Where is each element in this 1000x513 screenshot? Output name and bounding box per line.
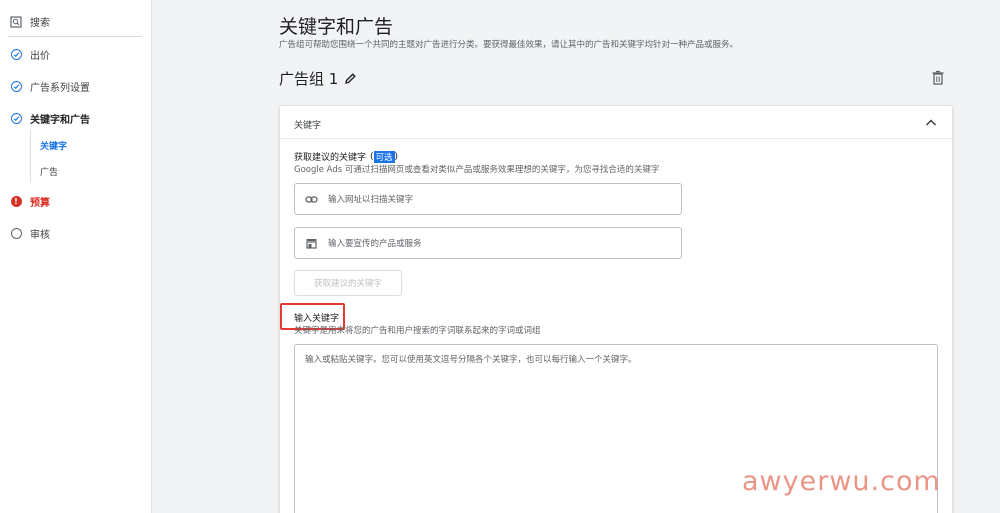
suggest-description: Google Ads 可通过扫描网页或查看对类似产品或服务效果理想的关键字，为您… [294, 165, 660, 175]
sidebar-item-campaign-settings[interactable]: 广告系列设置 [10, 79, 90, 94]
sidebar-item-label: 广告系列设置 [30, 83, 90, 94]
check-circle-icon [10, 81, 22, 92]
enter-keywords-label: 输入关键字 [294, 314, 340, 324]
ad-group-name: 广告组 1 [279, 70, 339, 88]
sidebar-item-label: 预算 [30, 198, 50, 209]
sidebar: 搜索 出价 广告系列设置 关键字和广告 关键字 广告 ! 预算 审核 [0, 0, 152, 513]
sidebar-item-label: 出价 [30, 51, 50, 62]
card-header[interactable]: 关键字 [280, 106, 952, 139]
edit-pencil-icon[interactable] [344, 72, 357, 85]
card-header-label: 关键字 [294, 121, 322, 131]
check-circle-icon [10, 49, 22, 60]
get-suggested-keywords-button[interactable]: 获取建议的关键字 [294, 270, 402, 296]
suggest-keywords-label: 获取建议的关键字 ( 可选 ) [294, 150, 398, 163]
delete-trash-icon[interactable] [931, 70, 945, 86]
keywords-textarea-placeholder: 输入或粘贴关键字。您可以使用英文逗号分隔各个关键字，也可以每行输入一个关键字。 [305, 355, 637, 365]
enter-keywords-description: 关键字是用来将您的广告和用户搜索的字词联系起来的字词或词组 [294, 326, 541, 336]
url-input-placeholder: 输入网址以扫描关键字 [328, 195, 414, 205]
product-input[interactable]: 输入要宣传的产品或服务 [294, 227, 682, 259]
sidebar-item-keywords-ads[interactable]: 关键字和广告 [10, 111, 90, 126]
keywords-card: 关键字 获取建议的关键字 ( 可选 ) Google Ads 可通过扫描网页或查… [279, 105, 953, 513]
suggest-label-text: 获取建议的关键字 [294, 153, 367, 163]
sidebar-search[interactable]: 搜索 [10, 14, 50, 29]
product-input-placeholder: 输入要宣传的产品或服务 [328, 239, 422, 249]
divider [8, 36, 142, 37]
url-input[interactable]: 输入网址以扫描关键字 [294, 183, 682, 215]
sidebar-item-review[interactable]: 审核 [10, 226, 50, 241]
search-icon [10, 15, 22, 28]
sidebar-subitem-keywords[interactable]: 关键字 [40, 139, 67, 152]
page-description: 广告组可帮助您围绕一个共同的主题对广告进行分类。要获得最佳效果，请让其中的广告和… [279, 40, 739, 50]
sidebar-item-label: 审核 [30, 230, 50, 241]
chevron-up-icon[interactable] [924, 115, 938, 129]
sidebar-search-label: 搜索 [30, 18, 50, 29]
sidebar-item-bidding[interactable]: 出价 [10, 47, 50, 62]
sidebar-subitem-ads[interactable]: 广告 [40, 165, 58, 178]
page-title: 关键字和广告 [279, 16, 394, 38]
empty-circle-icon [10, 228, 22, 239]
error-icon: ! [10, 196, 22, 207]
sub-nav-line [30, 130, 31, 182]
link-icon [305, 193, 318, 206]
sidebar-item-label: 关键字和广告 [30, 115, 90, 126]
ad-group-title: 广告组 1 [279, 68, 357, 89]
main-content: 关键字和广告 广告组可帮助您围绕一个共同的主题对广告进行分类。要获得最佳效果，请… [152, 0, 1000, 513]
sidebar-item-budget[interactable]: ! 预算 [10, 194, 50, 209]
paren-close: ) [394, 151, 399, 162]
optional-tag: 可选 [373, 150, 395, 163]
store-icon [305, 237, 318, 250]
check-circle-icon [10, 113, 22, 124]
watermark: awyerwu.com [742, 466, 941, 497]
